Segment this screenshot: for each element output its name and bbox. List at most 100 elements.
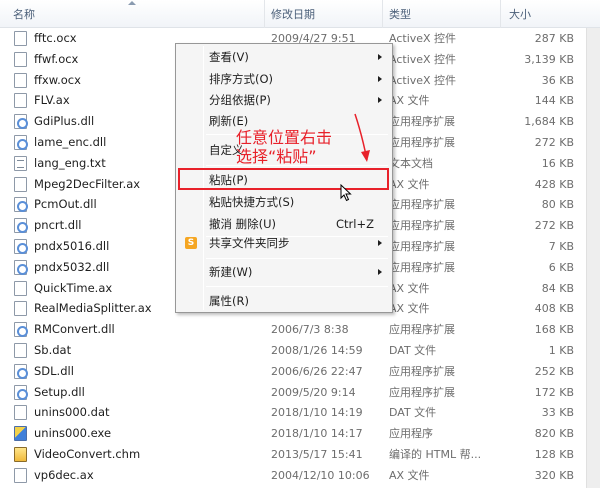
- column-header: 名称 修改日期 类型 大小: [0, 0, 600, 28]
- file-type: 应用程序扩展: [389, 323, 455, 337]
- annotation-line-2: 选择“粘贴”: [236, 147, 317, 166]
- file-name: RMConvert.dll: [34, 322, 115, 337]
- file-name: VideoConvert.chm: [34, 447, 141, 461]
- file-name: pndx5032.dll: [34, 259, 110, 274]
- file-row[interactable]: Setup.dll 2009/5/20 9:14 应用程序扩展 172 KB: [0, 382, 600, 403]
- column-size[interactable]: 大小: [500, 0, 586, 28]
- file-size: 272 KB: [534, 136, 574, 149]
- file-type: ActiveX 控件: [389, 32, 457, 45]
- submenu-arrow-icon: [378, 54, 382, 60]
- file-date: 2018/1/10 14:19: [271, 406, 363, 420]
- menu-item-group-by[interactable]: 分组依据(P): [178, 89, 390, 111]
- file-row[interactable]: RMConvert.dll 2006/7/3 8:38 应用程序扩展 168 KB: [0, 319, 600, 340]
- file-row[interactable]: unins000.dat 2018/1/10 14:19 DAT 文件 33 KB: [0, 402, 600, 423]
- file-name: pncrt.dll: [34, 218, 82, 233]
- file-icon: [14, 72, 27, 88]
- file-type: DAT 文件: [389, 406, 437, 420]
- submenu-arrow-icon: [378, 76, 382, 82]
- vertical-scrollbar[interactable]: [586, 28, 600, 488]
- menu-item-paste-shortcut[interactable]: 粘贴快捷方式(S): [178, 191, 390, 213]
- file-type: 编译的 HTML 帮...: [389, 448, 482, 461]
- file-type: AX 文件: [389, 468, 430, 482]
- file-date: 2004/12/10 10:06: [271, 468, 370, 482]
- mouse-cursor-icon: [340, 184, 352, 202]
- file-row[interactable]: vp6dec.ax 2004/12/10 10:06 AX 文件 320 KB: [0, 465, 600, 486]
- menu-item-new[interactable]: 新建(W): [178, 261, 390, 283]
- file-name: FLV.ax: [34, 93, 70, 108]
- file-row[interactable]: SDL.dll 2006/6/26 22:47 应用程序扩展 252 KB: [0, 361, 600, 382]
- file-type: ActiveX 控件: [389, 52, 457, 66]
- file-date: 2013/5/17 15:41: [271, 448, 363, 461]
- file-icon: [14, 176, 27, 192]
- file-name: SDL.dll: [34, 363, 74, 378]
- menu-item-properties[interactable]: 属性(R): [178, 290, 390, 312]
- file-date: 2009/5/20 9:14: [271, 385, 356, 399]
- column-type[interactable]: 类型: [382, 0, 500, 28]
- file-name: GdiPlus.dll: [34, 114, 95, 129]
- file-type: 应用程序扩展: [389, 385, 455, 399]
- menu-item-label: 分组依据(P): [209, 93, 271, 107]
- file-size: 6 KB: [548, 260, 574, 274]
- file-name: pndx5016.dll: [34, 239, 110, 253]
- file-type: 应用程序扩展: [389, 260, 455, 274]
- file-type: AX 文件: [389, 177, 430, 191]
- file-type: 应用程序: [389, 427, 433, 441]
- file-name: Setup.dll: [34, 384, 85, 399]
- menu-item-label: 共享文件夹同步: [209, 236, 290, 250]
- file-name: Mpeg2DecFilter.ax: [34, 176, 141, 191]
- file-size: 1 KB: [548, 344, 574, 357]
- file-type: AX 文件: [389, 94, 430, 108]
- file-name: ffwf.ocx: [34, 51, 79, 66]
- file-type: 文本文档: [389, 156, 433, 170]
- dll-icon: [14, 197, 28, 213]
- column-name[interactable]: 名称: [13, 0, 35, 28]
- dll-icon: [14, 135, 28, 150]
- file-icon: [14, 280, 27, 296]
- file-row[interactable]: Sb.dat 2008/1/26 14:59 DAT 文件 1 KB: [0, 340, 600, 361]
- file-name: PcmOut.dll: [34, 197, 97, 212]
- dll-icon: [14, 384, 28, 400]
- file-icon: [14, 467, 27, 483]
- file-name: unins000.dat: [34, 405, 110, 420]
- file-icon: [14, 51, 27, 67]
- file-type: ActiveX 控件: [389, 73, 457, 87]
- file-name: Sb.dat: [34, 343, 72, 357]
- file-size: 172 KB: [534, 385, 574, 399]
- menu-separator: [206, 286, 388, 287]
- menu-item-share-folder-sync[interactable]: S 共享文件夹同步: [178, 232, 390, 254]
- file-name: QuickTime.ax: [34, 280, 113, 295]
- file-row[interactable]: VideoConvert.chm 2013/5/17 15:41 编译的 HTML …: [0, 444, 600, 465]
- text-file-icon: [14, 155, 27, 171]
- file-type: 应用程序扩展: [389, 198, 455, 212]
- file-date: 2008/1/26 14:59: [271, 344, 363, 357]
- file-type: 应用程序扩展: [389, 219, 455, 233]
- share-sync-icon: S: [185, 237, 197, 249]
- file-icon: [14, 31, 27, 46]
- file-row[interactable]: unins000.exe 2018/1/10 14:17 应用程序 820 KB: [0, 423, 600, 444]
- file-size: 128 KB: [534, 448, 574, 461]
- column-date[interactable]: 修改日期: [264, 0, 382, 28]
- file-size: 3,139 KB: [524, 52, 574, 66]
- annotation-text: 任意位置右击 选择“粘贴”: [236, 128, 366, 166]
- file-date: 2018/1/10 14:17: [271, 427, 363, 441]
- file-icon: [14, 405, 27, 421]
- file-type: 应用程序扩展: [389, 240, 455, 253]
- file-name: lame_enc.dll: [34, 135, 107, 149]
- menu-item-label: 查看(V): [209, 50, 249, 64]
- file-type: DAT 文件: [389, 344, 437, 357]
- file-icon: [14, 93, 27, 109]
- file-size: 144 KB: [534, 94, 574, 108]
- file-size: 428 KB: [534, 177, 574, 191]
- menu-item-sort-by[interactable]: 排序方式(O): [178, 68, 390, 90]
- file-name: lang_eng.txt: [34, 155, 106, 170]
- file-size: 7 KB: [548, 240, 574, 253]
- dll-icon: [14, 259, 28, 275]
- menu-item-view[interactable]: 查看(V): [178, 46, 390, 68]
- sort-ascending-icon: [128, 1, 136, 5]
- file-size: 820 KB: [534, 427, 574, 441]
- file-type: 应用程序扩展: [389, 364, 455, 378]
- menu-item-label: 属性(R): [209, 294, 249, 308]
- file-icon: [14, 301, 27, 317]
- dll-icon: [14, 114, 28, 130]
- file-type: 应用程序扩展: [389, 115, 455, 129]
